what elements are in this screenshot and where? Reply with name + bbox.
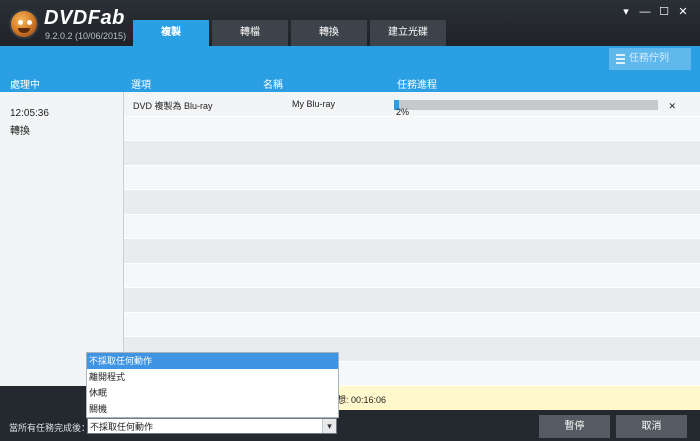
tab-converter[interactable]: 轉換 bbox=[291, 20, 367, 46]
processing-panel: 12:05:36 轉換 bbox=[0, 92, 124, 386]
cancel-button[interactable]: 取消 bbox=[616, 415, 687, 438]
table-row bbox=[124, 239, 700, 264]
close-icon[interactable]: ✕ bbox=[676, 6, 690, 18]
app-window: DVDFab 9.2.0.2 (10/06/2015) 複製 轉檔 轉換 建立光… bbox=[0, 0, 700, 441]
minimize-icon[interactable]: — bbox=[638, 6, 652, 18]
pause-button[interactable]: 暫停 bbox=[539, 415, 610, 438]
task-name: My Blu-ray bbox=[292, 99, 336, 109]
main-tabs: 複製 轉檔 轉換 建立光碟 bbox=[133, 20, 449, 46]
option-header: 選項 bbox=[131, 80, 151, 91]
title-bar: DVDFab 9.2.0.2 (10/06/2015) 複製 轉檔 轉換 建立光… bbox=[0, 0, 700, 46]
task-progress-bar: 2% bbox=[394, 100, 658, 117]
table-row bbox=[124, 165, 700, 190]
task-row[interactable]: DVD 複製為 Blu-ray My Blu-ray 2% ✕ bbox=[124, 92, 700, 117]
app-name: DVDFab bbox=[44, 7, 125, 29]
table-row bbox=[124, 190, 700, 215]
dvdfab-logo-icon bbox=[9, 9, 39, 39]
task-queue-label: 任務佇列 bbox=[629, 53, 669, 64]
dropdown-option[interactable]: 離開程式 bbox=[87, 369, 338, 385]
tab-creator[interactable]: 建立光碟 bbox=[370, 20, 446, 46]
dropdown-option[interactable]: 關機 bbox=[87, 401, 338, 417]
tab-copy[interactable]: 複製 bbox=[133, 20, 209, 46]
task-queue-button[interactable]: 任務佇列 bbox=[609, 48, 691, 70]
after-completion-dropdown: 不採取任何動作 離開程式 休眠 關機 bbox=[86, 352, 339, 418]
remaining-time-text: 想: 00:16:06 bbox=[337, 395, 387, 405]
task-list: DVD 複製為 Blu-ray My Blu-ray 2% ✕ bbox=[124, 92, 700, 386]
processing-header: 處理中 bbox=[10, 80, 40, 91]
menu-dropdown-icon[interactable]: ▾ bbox=[619, 6, 633, 18]
name-header: 名稱 bbox=[263, 80, 283, 91]
table-row bbox=[124, 116, 700, 141]
start-time: 12:05:36 bbox=[10, 108, 49, 119]
table-row bbox=[124, 263, 700, 288]
progress-header: 任務進程 bbox=[397, 80, 437, 91]
app-version: 9.2.0.2 (10/06/2015) bbox=[45, 31, 127, 41]
table-row bbox=[124, 312, 700, 337]
remove-task-icon[interactable]: ✕ bbox=[668, 99, 676, 113]
sub-toolbar: 任務佇列 bbox=[0, 46, 700, 72]
select-value: 不採取任何動作 bbox=[90, 422, 154, 432]
table-row bbox=[124, 288, 700, 313]
chevron-down-icon[interactable]: ▾ bbox=[322, 419, 336, 433]
list-icon bbox=[616, 54, 625, 64]
after-completion-label: 當所有任務完成後： bbox=[9, 423, 91, 433]
table-row bbox=[124, 141, 700, 166]
task-option: DVD 複製為 Blu-ray bbox=[133, 101, 213, 111]
dropdown-option[interactable]: 休眠 bbox=[87, 385, 338, 401]
process-status: 轉換 bbox=[10, 126, 30, 137]
dropdown-option[interactable]: 不採取任何動作 bbox=[87, 353, 338, 369]
after-completion-select[interactable]: 不採取任何動作 ▾ bbox=[87, 418, 337, 434]
maximize-icon[interactable]: ☐ bbox=[657, 6, 671, 18]
tab-ripper[interactable]: 轉檔 bbox=[212, 20, 288, 46]
table-row bbox=[124, 214, 700, 239]
column-header: 處理中 選項 名稱 任務進程 bbox=[0, 72, 700, 92]
task-progress-text: 2% bbox=[396, 107, 410, 117]
